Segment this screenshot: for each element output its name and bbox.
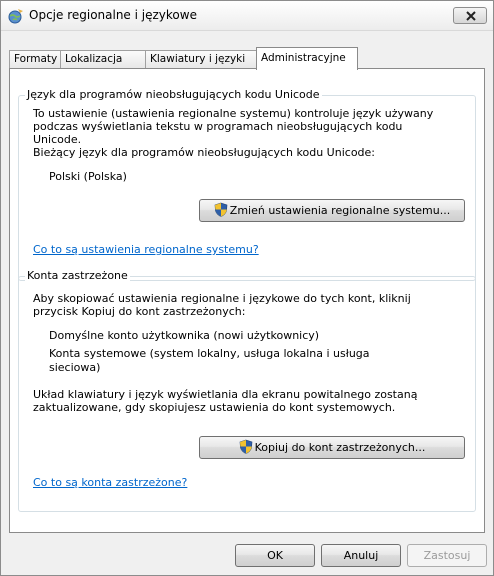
- tab-klawiatury[interactable]: Klawiatury i języki: [145, 50, 257, 69]
- change-system-locale-label: Zmień ustawienia regionalne systemu...: [229, 204, 451, 217]
- account-item: Domyślne konto użytkownika (nowi użytkow…: [49, 329, 320, 342]
- reserved-note-line: zaktualizowane, gdy skopiujesz ustawieni…: [33, 401, 396, 414]
- tab-administracyjne[interactable]: Administracyjne: [256, 47, 358, 70]
- dialog-window: Opcje regionalne i językowe Formaty Loka…: [0, 0, 494, 576]
- cancel-button[interactable]: Anuluj: [321, 544, 401, 567]
- close-button[interactable]: [453, 7, 487, 24]
- tab-lokalizacja[interactable]: Lokalizacja: [60, 50, 146, 69]
- current-language-label: Bieżący język dla programów nieobsługują…: [33, 146, 375, 159]
- account-item: sieciowa): [49, 361, 101, 374]
- window-title: Opcje regionalne i językowe: [29, 8, 197, 22]
- copy-to-reserved-label: Kopiuj do kont zastrzeżonych...: [254, 441, 426, 454]
- unicode-description-line: podczas wyświetlania tekstu w programach…: [33, 120, 403, 133]
- reserved-note-line: Układ klawiatury i język wyświetlania dl…: [33, 388, 418, 401]
- tab-panel: Język dla programów nieobsługujących kod…: [9, 68, 485, 533]
- current-language-value: Polski (Polska): [49, 170, 127, 183]
- copy-to-reserved-button[interactable]: Kopiuj do kont zastrzeżonych...: [199, 436, 465, 459]
- title-bar[interactable]: Opcje regionalne i językowe: [1, 1, 493, 31]
- unicode-group-legend: Język dla programów nieobsługujących kod…: [25, 88, 322, 101]
- reserved-accounts-group: Konta zastrzeżone Aby skopiować ustawien…: [18, 269, 476, 512]
- reserved-accounts-legend: Konta zastrzeżone: [25, 269, 130, 282]
- reserved-description-line: przycisk Kopiuj do kont zastrzeżonych:: [33, 305, 246, 318]
- unicode-group: Język dla programów nieobsługujących kod…: [18, 88, 476, 281]
- close-icon: [466, 11, 476, 21]
- tab-formaty[interactable]: Formaty: [9, 50, 61, 69]
- account-item: Konta systemowe (system lokalny, usługa …: [49, 347, 370, 360]
- unicode-description-line: To ustawienie (ustawienia regionalne sys…: [33, 107, 434, 120]
- ok-button[interactable]: OK: [235, 544, 315, 567]
- apply-button[interactable]: Zastosuj: [407, 544, 487, 567]
- reserved-accounts-help-link[interactable]: Co to są konta zastrzeżone?: [33, 476, 187, 489]
- globe-icon: [7, 7, 25, 25]
- change-system-locale-button[interactable]: Zmień ustawienia regionalne systemu...: [199, 199, 465, 222]
- uac-shield-icon: [239, 439, 253, 461]
- reserved-description-line: Aby skopiować ustawienia regionalne i ję…: [33, 292, 411, 305]
- uac-shield-icon: [214, 202, 228, 224]
- system-locale-help-link[interactable]: Co to są ustawienia regionalne systemu?: [33, 243, 259, 256]
- unicode-description-line: Unicode.: [33, 133, 82, 146]
